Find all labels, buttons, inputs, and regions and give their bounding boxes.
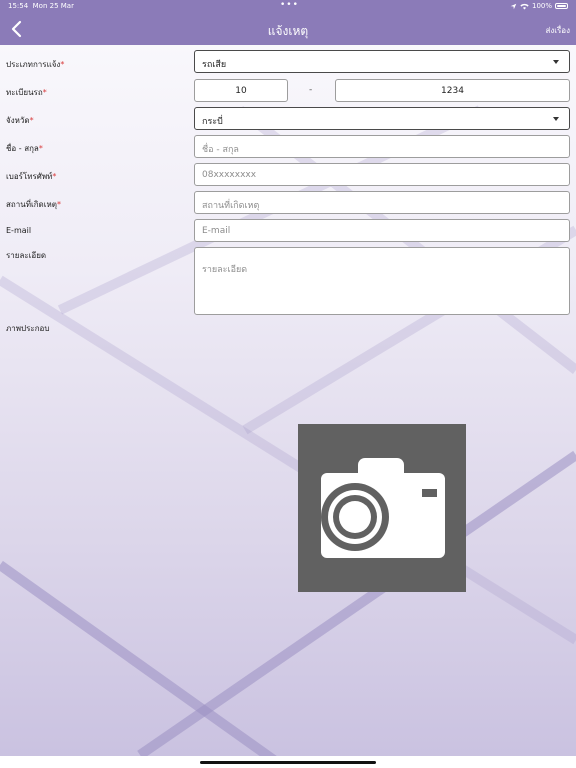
status-indicators: 100% bbox=[510, 2, 568, 10]
dropdown-caret-icon bbox=[553, 117, 559, 121]
plate-number-input[interactable]: 1234 bbox=[335, 79, 570, 102]
details-label: รายละเอียด bbox=[6, 251, 47, 260]
dropdown-caret-icon bbox=[553, 60, 559, 64]
camera-icon bbox=[321, 458, 445, 558]
email-input[interactable]: E-mail bbox=[194, 219, 570, 242]
battery-percent: 100% bbox=[531, 2, 552, 10]
province-select[interactable]: กระบี่ bbox=[194, 107, 570, 130]
province-label: จังหวัด* bbox=[6, 116, 34, 125]
phone-input[interactable]: 08xxxxxxxx bbox=[194, 163, 570, 186]
submit-button[interactable]: ส่งเรื่อง bbox=[545, 24, 570, 37]
plate-prefix-input[interactable]: 10 bbox=[194, 79, 288, 102]
name-input[interactable]: ชื่อ - สกุล bbox=[194, 135, 570, 158]
plate-separator: - bbox=[309, 85, 313, 95]
type-select[interactable]: รถเสีย bbox=[194, 50, 570, 73]
type-label: ประเภทการแจ้ง* bbox=[6, 60, 65, 69]
multitask-dots[interactable]: ••• bbox=[280, 0, 299, 10]
wifi-icon bbox=[520, 3, 529, 9]
plate-label: ทะเบียนรถ* bbox=[6, 88, 47, 97]
photo-label: ภาพประกอบ bbox=[6, 324, 50, 333]
location-label: สถานที่เกิดเหตุ* bbox=[6, 200, 61, 209]
home-indicator bbox=[0, 756, 576, 768]
page-title: แจ้งเหตุ bbox=[267, 24, 309, 38]
location-icon bbox=[510, 3, 517, 9]
app-header: 15:54 Mon 25 Mar ••• 100% แจ้งเหตุ ส่งเร… bbox=[0, 0, 576, 45]
location-input[interactable]: สถานที่เกิดเหตุ bbox=[194, 191, 570, 214]
status-time: 15:54 Mon 25 Mar bbox=[8, 2, 74, 10]
phone-label: เบอร์โทรศัพท์* bbox=[6, 172, 57, 181]
battery-icon bbox=[555, 3, 568, 9]
status-bar: 15:54 Mon 25 Mar ••• 100% bbox=[0, 0, 576, 13]
details-textarea[interactable]: รายละเอียด bbox=[194, 247, 570, 315]
email-label: E-mail bbox=[6, 226, 32, 235]
name-label: ชื่อ - สกุล* bbox=[6, 144, 43, 153]
photo-upload-button[interactable] bbox=[298, 424, 466, 592]
